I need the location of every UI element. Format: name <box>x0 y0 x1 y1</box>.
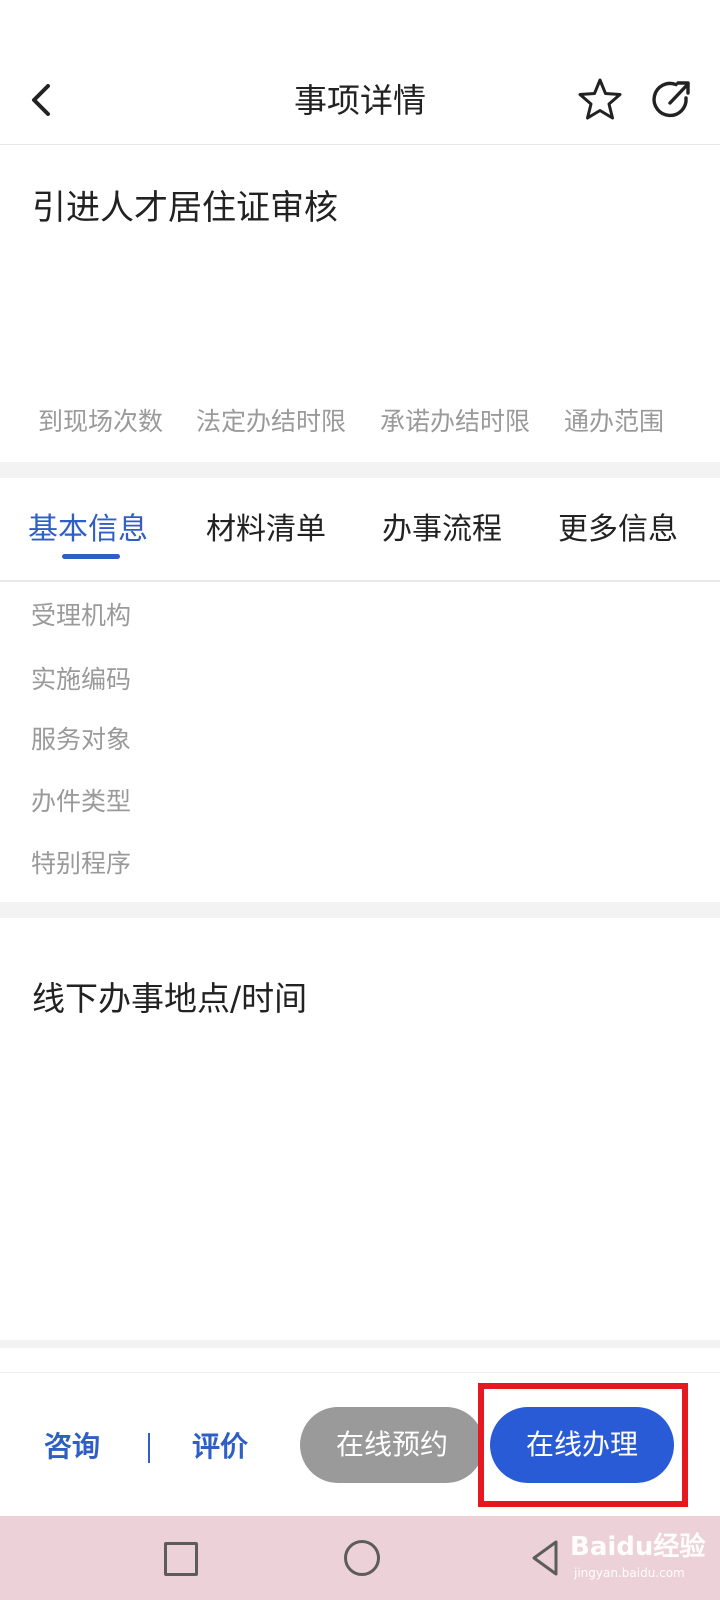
reserve-online-button[interactable]: 在线预约 <box>300 1407 484 1483</box>
offline-section-title: 线下办事地点/时间 <box>32 979 308 1018</box>
section-divider <box>0 1340 720 1348</box>
highlight-box <box>478 1383 688 1507</box>
section-divider <box>0 902 720 918</box>
action-divider <box>148 1433 150 1463</box>
evaluate-button[interactable]: 评价 <box>192 1425 248 1465</box>
consult-button[interactable]: 咨询 <box>44 1425 100 1465</box>
home-icon[interactable] <box>344 1540 380 1576</box>
info-label-special: 特别程序 <box>31 849 132 878</box>
stat-visits-label: 到现场次数 <box>38 407 164 436</box>
nav-back-icon[interactable] <box>530 1538 560 1578</box>
info-label-type: 办件类型 <box>31 787 132 816</box>
stat-promised-limit-label: 承诺办结时限 <box>380 407 531 436</box>
tab-materials[interactable]: 材料清单 <box>206 504 326 548</box>
app-header: 事项详情 <box>0 52 720 145</box>
recent-apps-icon[interactable] <box>164 1542 198 1576</box>
tab-bar: 基本信息 材料清单 办事流程 更多信息 <box>0 484 720 582</box>
item-title: 引进人才居住证审核 <box>32 188 338 228</box>
info-label-agency: 受理机构 <box>31 601 132 630</box>
watermark-logo: Baidu经验 <box>570 1532 706 1562</box>
system-nav-bar: Baidu经验 jingyan.baidu.com <box>0 1516 720 1600</box>
stat-scope-label: 通办范围 <box>564 407 665 436</box>
item-stats: 到现场次数 法定办结时限 承诺办结时限 通办范围 <box>0 402 720 442</box>
star-icon[interactable] <box>576 76 624 124</box>
section-divider <box>0 462 720 478</box>
info-label-code: 实施编码 <box>31 665 132 694</box>
stat-legal-limit-label: 法定办结时限 <box>196 407 347 436</box>
share-icon[interactable] <box>648 76 696 124</box>
info-label-audience: 服务对象 <box>31 725 132 754</box>
tab-more-info[interactable]: 更多信息 <box>558 504 678 548</box>
tab-process[interactable]: 办事流程 <box>382 504 502 548</box>
watermark-url: jingyan.baidu.com <box>574 1566 685 1580</box>
tab-basic-info[interactable]: 基本信息 <box>28 504 148 548</box>
active-tab-indicator <box>62 554 120 559</box>
